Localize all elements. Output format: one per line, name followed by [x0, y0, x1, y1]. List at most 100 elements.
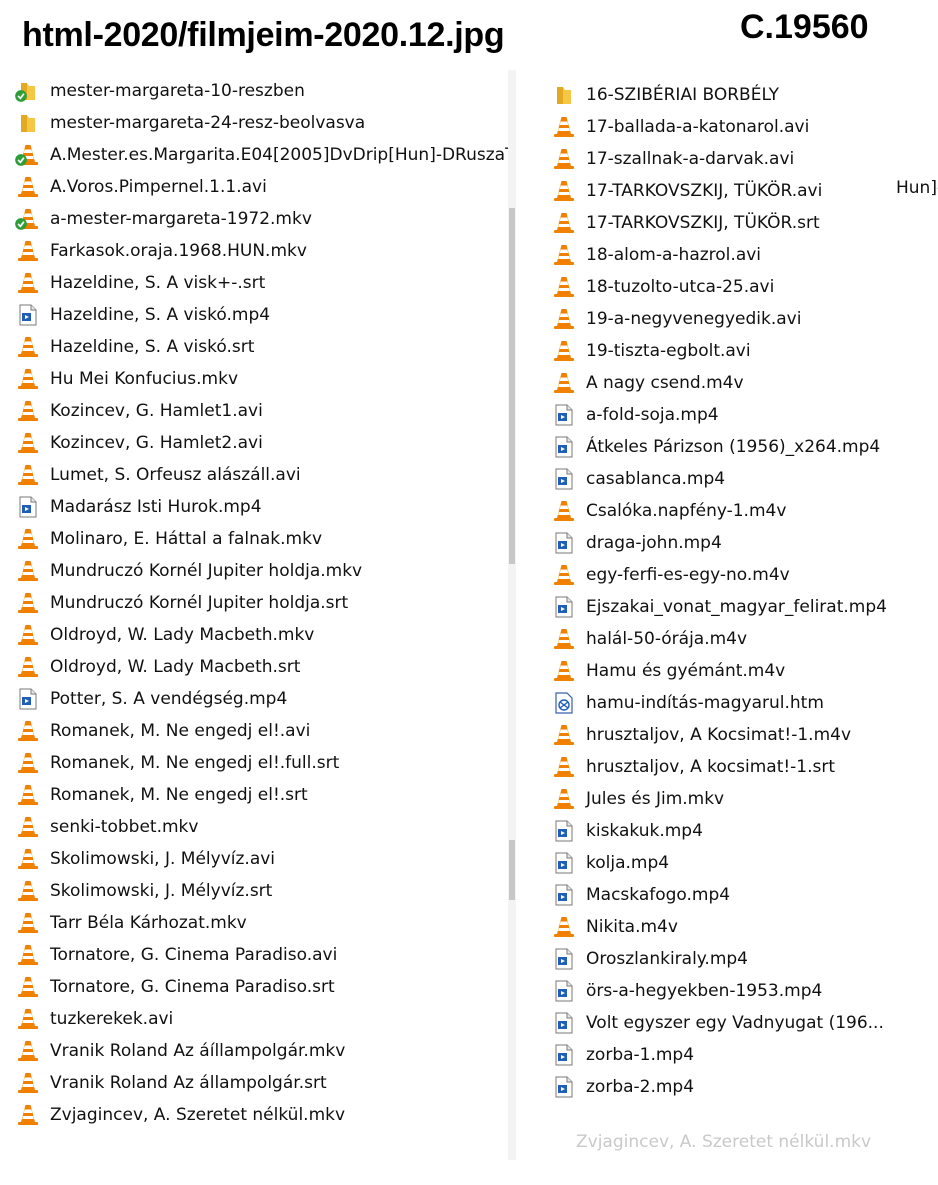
file-row[interactable]: Tornatore, G. Cinema Paradiso.avi [16, 939, 337, 971]
file-row[interactable]: draga-john.mp4 [552, 527, 722, 559]
file-row[interactable]: mester-margareta-10-reszben [15, 75, 305, 107]
file-row[interactable]: a-mester-margareta-1972.mkv [15, 203, 312, 235]
file-row[interactable]: kolja.mp4 [552, 847, 669, 879]
file-row[interactable]: hamu-indítás-magyarul.htm [552, 687, 824, 719]
vlc-icon [16, 815, 40, 839]
file-name: A.Mester.es.Margarita.E04[2005]DvDrip[Hu… [50, 145, 510, 165]
file-row[interactable]: Potter, S. A vendégség.mp4 [16, 683, 287, 715]
file-row[interactable]: hrusztaljov, A Kocsimat!-1.m4v [552, 719, 851, 751]
file-row[interactable]: Kozincev, G. Hamlet1.avi [16, 395, 263, 427]
file-name: 19-tiszta-egbolt.avi [586, 341, 751, 361]
file-row[interactable]: Oldroyd, W. Lady Macbeth.mkv [16, 619, 314, 651]
file-row[interactable]: Romanek, M. Ne engedj el!.srt [16, 779, 308, 811]
file-row[interactable]: Molinaro, E. Háttal a falnak.mkv [16, 523, 322, 555]
file-row[interactable]: kiskakuk.mp4 [552, 815, 703, 847]
file-row[interactable]: Zvjagincev, A. Szeretet nélkül.mkv [16, 1099, 345, 1131]
file-row[interactable]: Hazeldine, S. A viskó.mp4 [16, 299, 270, 331]
media-file-icon [16, 687, 40, 711]
file-row[interactable]: zorba-2.mp4 [552, 1071, 694, 1103]
file-row[interactable]: Vranik Roland Az áíllampolgár.mkv [16, 1035, 345, 1067]
file-row[interactable]: Mundruczó Kornél Jupiter holdja.srt [16, 587, 348, 619]
file-row[interactable]: hrusztaljov, A kocsimat!-1.srt [552, 751, 835, 783]
file-row[interactable]: Lumet, S. Orfeusz alászáll.avi [16, 459, 301, 491]
file-row[interactable]: Vranik Roland Az állampolgár.srt [16, 1067, 327, 1099]
file-name: hamu-indítás-magyarul.htm [586, 693, 824, 713]
file-name: Molinaro, E. Háttal a falnak.mkv [50, 529, 323, 549]
file-name: 18-alom-a-hazrol.avi [586, 245, 762, 265]
file-name: mester-margareta-10-reszben [50, 81, 305, 101]
file-row[interactable]: mester-margareta-24-resz-beolvasva [16, 107, 365, 139]
vlc-icon [16, 1103, 40, 1127]
file-row[interactable]: A nagy csend.m4v [552, 367, 744, 399]
file-row[interactable]: örs-a-hegyekben-1953.mp4 [552, 975, 822, 1007]
file-name: Tornatore, G. Cinema Paradiso.srt [50, 977, 335, 997]
file-row[interactable]: 17-TARKOVSZKIJ, TÜKÖR.srt [552, 207, 820, 239]
file-row[interactable]: Jules és Jim.mkv [552, 783, 724, 815]
vlc-icon [16, 399, 40, 423]
file-row[interactable]: Volt egyszer egy Vadnyugat (196... [552, 1007, 884, 1039]
file-row[interactable]: 17-TARKOVSZKIJ, TÜKÖR.avi [552, 175, 822, 207]
media-file-icon [552, 979, 576, 1003]
file-row[interactable]: tuzkerekek.avi [16, 1003, 173, 1035]
synced-folder-icon [15, 79, 40, 103]
file-row[interactable]: Skolimowski, J. Mélyvíz.avi [16, 843, 275, 875]
file-name: Lumet, S. Orfeusz alászáll.avi [50, 465, 301, 485]
file-name: draga-john.mp4 [586, 533, 722, 553]
file-row[interactable]: senki-tobbet.mkv [16, 811, 198, 843]
vlc-icon [552, 275, 576, 299]
file-row[interactable]: halál-50-órája.m4v [552, 623, 747, 655]
media-file-icon [552, 1011, 576, 1035]
file-name: Hazeldine, S. A visk+-.srt [50, 273, 266, 293]
file-row[interactable]: Oroszlankiraly.mp4 [552, 943, 748, 975]
file-row[interactable]: Madarász Isti Hurok.mp4 [16, 491, 262, 523]
file-row[interactable]: A.Mester.es.Margarita.E04[2005]DvDrip[Hu… [15, 139, 510, 171]
file-row[interactable]: Kozincev, G. Hamlet2.avi [16, 427, 263, 459]
media-file-icon [552, 467, 576, 491]
file-row[interactable]: Ejszakai_vonat_magyar_felirat.mp4 [552, 591, 887, 623]
file-row[interactable]: Oldroyd, W. Lady Macbeth.srt [16, 651, 300, 683]
file-name: hrusztaljov, A kocsimat!-1.srt [586, 757, 836, 777]
file-name: Átkeles Párizson (1956)_x264.mp4 [586, 437, 881, 457]
file-row[interactable]: Skolimowski, J. Mélyvíz.srt [16, 875, 272, 907]
file-row[interactable]: 17-ballada-a-katonarol.avi [552, 111, 809, 143]
file-row[interactable]: 19-a-negyvenegyedik.avi [552, 303, 801, 335]
file-row[interactable]: 17-szallnak-a-darvak.avi [552, 143, 794, 175]
file-row[interactable]: Hazeldine, S. A viskó.srt [16, 331, 254, 363]
file-row[interactable]: Tarr Béla Kárhozat.mkv [16, 907, 247, 939]
file-name: 17-TARKOVSZKIJ, TÜKÖR.avi [586, 181, 823, 201]
file-row[interactable]: Hazeldine, S. A visk+-.srt [16, 267, 265, 299]
file-row[interactable]: zorba-1.mp4 [552, 1039, 694, 1071]
file-name: Romanek, M. Ne engedj el!.avi [50, 721, 311, 741]
file-row[interactable]: A.Voros.Pimpernel.1.1.avi [16, 171, 267, 203]
file-row[interactable]: Csalóka.napfény-1.m4v [552, 495, 786, 527]
vlc-icon [16, 847, 40, 871]
scrollbar-thumb[interactable] [509, 208, 515, 564]
file-row[interactable]: Romanek, M. Ne engedj el!.avi [16, 715, 310, 747]
file-row[interactable]: Mundruczó Kornél Jupiter holdja.mkv [16, 555, 362, 587]
file-row[interactable]: Farkasok.oraja.1968.HUN.mkv [16, 235, 307, 267]
file-name: 18-tuzolto-utca-25.avi [586, 277, 775, 297]
file-row[interactable]: Tornatore, G. Cinema Paradiso.srt [16, 971, 335, 1003]
file-name: mester-margareta-24-resz-beolvasva [50, 113, 366, 133]
vlc-icon [16, 623, 40, 647]
file-row[interactable]: Nikita.m4v [552, 911, 678, 943]
media-file-icon [552, 1075, 576, 1099]
file-row[interactable]: a-fold-soja.mp4 [552, 399, 719, 431]
file-row[interactable]: Hu Mei Konfucius.mkv [16, 363, 238, 395]
file-row[interactable]: egy-ferfi-es-egy-no.m4v [552, 559, 790, 591]
scrollbar-thumb-secondary[interactable] [509, 840, 515, 900]
vlc-icon [552, 307, 576, 331]
file-row[interactable]: Macskafogo.mp4 [552, 879, 730, 911]
file-row[interactable]: Hamu és gyémánt.m4v [552, 655, 785, 687]
vlc-icon [16, 175, 40, 199]
file-row[interactable]: Átkeles Párizson (1956)_x264.mp4 [552, 431, 880, 463]
file-name: 17-TARKOVSZKIJ, TÜKÖR.srt [586, 213, 820, 233]
file-row[interactable]: Romanek, M. Ne engedj el!.full.srt [16, 747, 339, 779]
media-file-icon [552, 403, 576, 427]
file-row[interactable]: 19-tiszta-egbolt.avi [552, 335, 751, 367]
file-name: Oroszlankiraly.mp4 [586, 949, 748, 969]
file-row[interactable]: casablanca.mp4 [552, 463, 725, 495]
file-row[interactable]: 18-alom-a-hazrol.avi [552, 239, 761, 271]
file-row[interactable]: 16-SZIBÉRIAI BORBÉLY [552, 79, 779, 111]
file-row[interactable]: 18-tuzolto-utca-25.avi [552, 271, 774, 303]
